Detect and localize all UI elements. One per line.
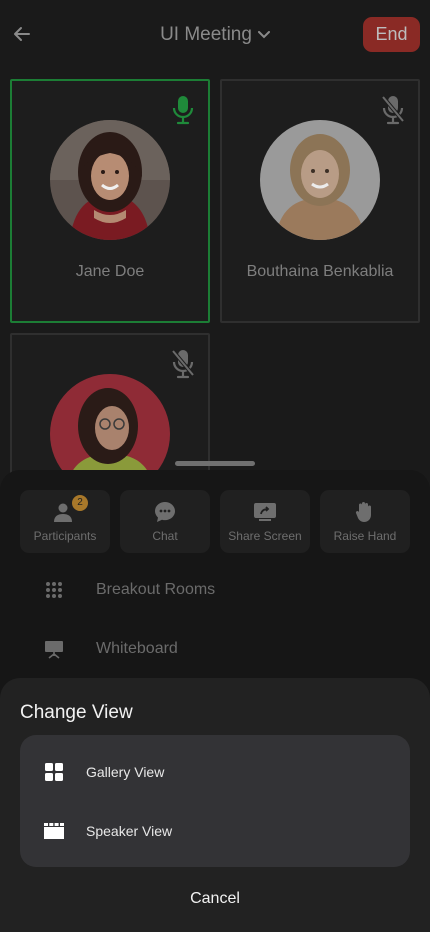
option-label: Speaker View [86,823,173,839]
share-screen-button[interactable]: Share Screen [220,490,310,553]
sheet-drag-handle[interactable] [175,461,255,466]
chevron-down-icon [257,31,270,39]
avatar [50,374,170,481]
speaker-view-option[interactable]: Speaker View [44,819,172,843]
microphone-muted-icon [382,95,404,125]
modal-title: Change View [20,702,133,723]
option-label: Gallery View [86,764,165,780]
avatar [50,120,170,240]
end-button-label: End [375,24,408,44]
cancel-button[interactable]: Cancel [0,890,430,908]
participant-name: Bouthaina Benkablia [246,263,394,280]
action-label: Participants [33,528,97,543]
back-button[interactable] [10,22,34,46]
meeting-title: UI Meeting [160,24,252,45]
meeting-header: UI Meeting End [0,0,430,70]
arrow-left-icon [14,27,30,41]
participants-button[interactable]: 2 Participants [20,490,110,553]
share-screen-icon [253,501,277,523]
chat-icon [153,501,177,523]
participant-name: Jane Doe [75,263,145,280]
change-view-modal: Change View Gallery View Speaker View Ca… [0,678,430,932]
participants-icon: 2 [53,494,88,523]
view-options-list: Gallery View Speaker View [20,735,410,867]
breakout-rooms-icon [44,580,64,600]
participant-tile[interactable]: Bouthaina Benkablia [220,79,420,323]
speaker-view-icon [44,821,64,841]
action-label: Share Screen [228,528,302,543]
participants-count-badge: 2 [72,494,88,511]
breakout-rooms-item[interactable]: Breakout Rooms [44,575,215,605]
microphone-muted-icon [172,349,194,379]
raise-hand-icon [353,501,377,523]
participant-tile[interactable]: Jane Doe [10,79,210,323]
chat-button[interactable]: Chat [120,490,210,553]
menu-item-label: Breakout Rooms [96,581,216,598]
menu-item-label: Whiteboard [96,640,178,657]
gallery-view-option[interactable]: Gallery View [44,760,164,784]
action-label: Raise Hand [333,528,397,543]
action-label: Chat [152,528,178,543]
avatar [260,120,380,240]
microphone-on-icon [172,96,194,125]
whiteboard-icon [44,639,64,659]
meeting-title-dropdown[interactable]: UI Meeting [160,24,270,46]
gallery-view-icon [44,762,64,782]
raise-hand-button[interactable]: Raise Hand [320,490,410,553]
end-meeting-button[interactable]: End [363,17,420,52]
whiteboard-item[interactable]: Whiteboard [44,634,178,664]
